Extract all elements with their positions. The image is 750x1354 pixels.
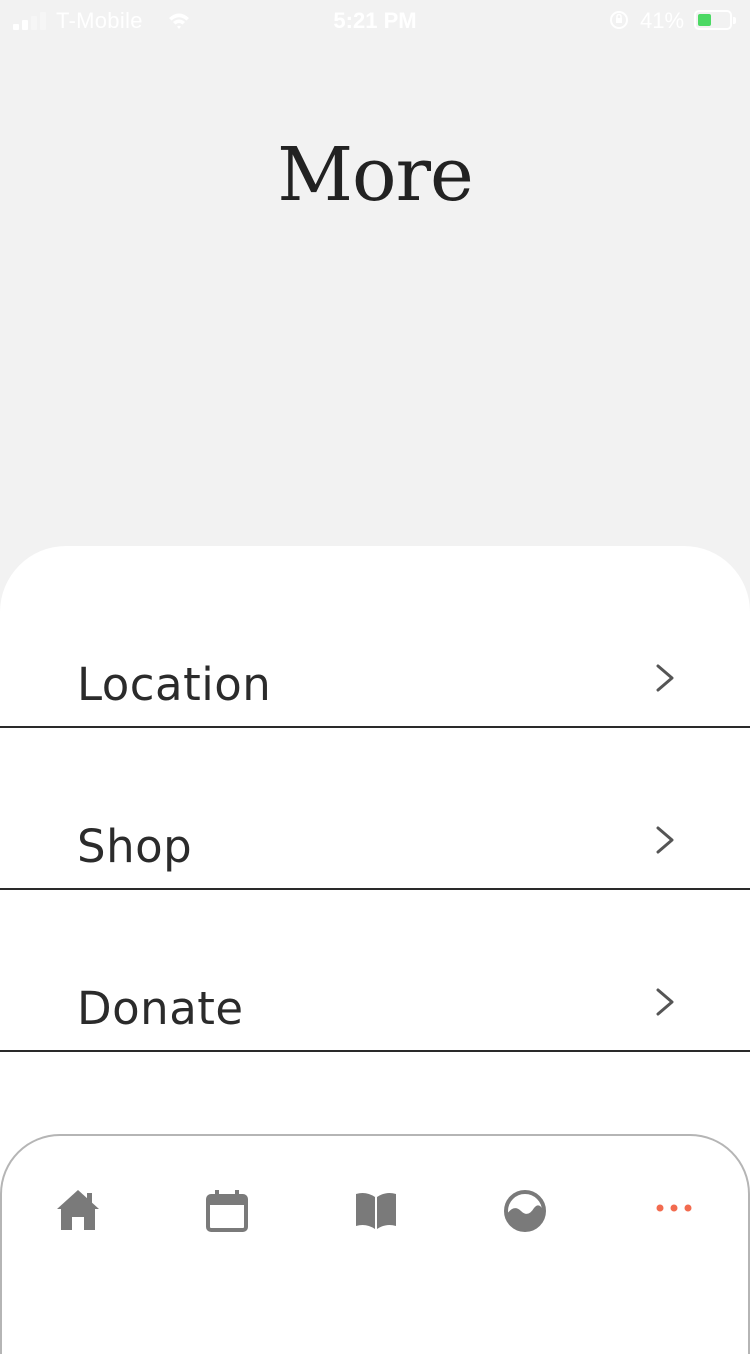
chevron-right-icon [656, 826, 674, 854]
menu-item-label: Donate [77, 982, 244, 1035]
page-title: More [277, 132, 474, 218]
orientation-lock-icon [610, 11, 628, 29]
chevron-right-icon [656, 664, 674, 692]
status-bar: T-Mobile 5:21 PM 41% [0, 0, 750, 42]
book-icon [356, 1193, 396, 1229]
chevron-right-icon [656, 988, 674, 1016]
tab-gallery[interactable] [498, 1184, 552, 1238]
menu-item-donate[interactable]: Donate [0, 890, 750, 1052]
menu-item-location[interactable]: Location [0, 566, 750, 728]
calendar-icon [206, 1190, 248, 1232]
battery-charging-icon [694, 10, 736, 30]
home-icon [57, 1190, 99, 1230]
menu-item-label: Location [77, 658, 272, 711]
tab-more[interactable] [647, 1184, 701, 1238]
tab-bar [0, 1134, 750, 1354]
gallery-icon [504, 1190, 546, 1232]
battery-percent: 41% [640, 8, 685, 33]
status-time: 5:21 PM [333, 8, 417, 33]
menu-item-label: Shop [77, 820, 193, 873]
more-dots-icon [656, 1204, 692, 1212]
tab-book[interactable] [349, 1184, 403, 1238]
tab-home[interactable] [51, 1184, 105, 1238]
menu-item-shop[interactable]: Shop [0, 728, 750, 890]
tab-calendar[interactable] [200, 1184, 254, 1238]
